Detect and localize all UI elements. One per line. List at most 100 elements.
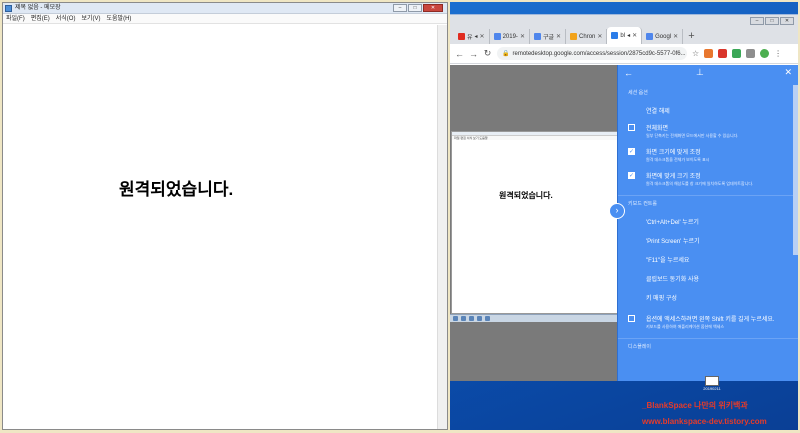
tab-label: 유 <box>467 35 473 41</box>
resize-fit-desc: 원격 데스크톱의 해상도를 창 크기에 일치하도록 업데이트합니다. <box>646 181 754 186</box>
chevron-right-icon[interactable]: › <box>609 203 625 219</box>
close-tab-icon[interactable]: ✕ <box>480 33 485 40</box>
ctrl-alt-del-item[interactable]: 'Ctrl+Alt+Del' 누르기 <box>618 217 798 226</box>
shift-desc: 키보드를 사용하여 애플리케이션 옵션에 액세스 <box>646 324 725 329</box>
chrome-window: 유 ◂ ✕ 2019- ✕ 구글 ✕ Chron ✕ bl ◂ ✕ Googl … <box>450 14 798 381</box>
notepad-title: 제목 없음 - 메모장 <box>15 5 61 11</box>
notepad-titlebar[interactable]: 제목 없음 - 메모장 – □ ✕ <box>3 3 447 14</box>
address-bar[interactable]: 🔒 remotedesktop.google.com/access/sessio… <box>497 47 687 60</box>
fullscreen-option[interactable]: 전체화면 일부 단축키는 전체화면 모드에서만 사용할 수 있습니다. <box>618 123 798 139</box>
key-mapping-item[interactable]: 키 매핑 구성 <box>618 293 798 302</box>
tab-google-search[interactable]: 구글 ✕ <box>530 29 567 44</box>
watermark-line1: _BlankSpace 나만의 위키백과 <box>642 401 748 410</box>
minimize-button[interactable]: – <box>393 4 407 12</box>
close-icon[interactable]: ✕ <box>784 67 792 78</box>
reload-icon[interactable]: ↻ <box>483 48 492 59</box>
tab-label: 구글 <box>542 35 555 41</box>
tab-remote-session[interactable]: bl ◂ ✕ <box>607 27 643 44</box>
shift-option[interactable]: 옵션에 액세스하려면 왼쪽 Shift 키를 길게 누르세요. 키보드를 사용하… <box>618 314 798 330</box>
minimize-button[interactable]: – <box>750 17 764 25</box>
close-button[interactable]: ✕ <box>423 4 443 12</box>
audio-icon: ◂ <box>627 33 631 39</box>
audio-icon: ◂ <box>474 34 478 40</box>
fullscreen-checkbox[interactable] <box>628 124 635 131</box>
disconnect-item[interactable]: 연결 해제 <box>618 106 798 115</box>
resize-fit-checkbox[interactable]: ✓ <box>628 172 635 179</box>
section-title-display: 디스플레이 <box>628 344 652 350</box>
tab-youtube[interactable]: 유 ◂ ✕ <box>454 29 490 44</box>
menu-edit[interactable]: 편집(E) <box>31 14 50 23</box>
tab-google[interactable]: Googl ✕ <box>642 29 684 44</box>
chrome-toolbar: ← → ↻ 🔒 remotedesktop.google.com/access/… <box>450 44 798 64</box>
back-icon[interactable]: ← <box>455 49 464 59</box>
shift-checkbox[interactable] <box>628 315 635 322</box>
desktop-icon-label: 20190211 <box>703 386 721 391</box>
menu-file[interactable]: 파일(F) <box>6 14 25 23</box>
resize-fit-option[interactable]: ✓ 화면에 맞게 크기 조정 원격 데스크톱의 해상도를 창 크기에 일치하도록… <box>618 171 798 187</box>
google-icon <box>646 33 654 40</box>
taskbar-app-icon <box>477 316 482 321</box>
tab-chrome-remote[interactable]: Chron ✕ <box>566 29 608 44</box>
resize-fit-label: 화면에 맞게 크기 조정 <box>646 174 701 180</box>
close-tab-icon[interactable]: ✕ <box>597 33 602 40</box>
extension-icon[interactable] <box>732 49 742 58</box>
fit-screen-option[interactable]: ✓ 화면 크기에 맞게 조정 원격 데스크톱을 전체가 보이도록 표시 <box>618 147 798 163</box>
tab-label: 2019- <box>502 33 518 40</box>
divider <box>618 195 798 196</box>
start-icon <box>453 316 458 321</box>
f11-item[interactable]: "F11"을 누르세요 <box>618 255 798 264</box>
session-options-panel: › ← ⊥ ✕ 세션 옵션 연결 해제 전체화면 일부 단축키는 전체화면 모드… <box>609 65 798 381</box>
pin-icon[interactable]: ⊥ <box>696 67 704 78</box>
star-icon[interactable]: ☆ <box>692 49 699 58</box>
remote-notepad-window: 파일 편집 서식 보기 도움말 원격되었습니다. <box>451 131 622 314</box>
profile-avatar[interactable] <box>760 49 770 58</box>
close-button[interactable]: ✕ <box>780 17 794 25</box>
desktop-background: 유 ◂ ✕ 2019- ✕ 구글 ✕ Chron ✕ bl ◂ ✕ Googl … <box>450 2 798 430</box>
print-screen-item[interactable]: 'Print Screen' 누르기 <box>618 236 798 245</box>
maximize-button[interactable]: □ <box>765 17 779 25</box>
notepad-menubar: 파일(F) 편집(E) 서식(O) 보기(V) 도움말(H) <box>3 14 447 24</box>
chrome-window-controls: – □ ✕ <box>750 17 794 25</box>
menu-icon[interactable]: ⋮ <box>774 49 782 58</box>
fullscreen-desc: 일부 단축키는 전체화면 모드에서만 사용할 수 있습니다. <box>646 133 739 138</box>
back-arrow-icon[interactable]: ← <box>624 68 633 78</box>
notepad-window-controls: – □ ✕ <box>393 4 443 12</box>
menu-help[interactable]: 도움말(H) <box>107 14 132 23</box>
close-tab-icon[interactable]: ✕ <box>632 32 637 39</box>
google-icon <box>533 33 541 40</box>
notepad-text-area[interactable]: 원격되었습니다. <box>3 25 437 429</box>
url-text: remotedesktop.google.com/access/session/… <box>512 50 686 57</box>
new-tab-button[interactable]: + <box>683 29 694 44</box>
extension-icon[interactable] <box>704 49 714 58</box>
fullscreen-label: 전체화면 <box>646 126 669 132</box>
remote-notepad-menubar: 파일 편집 서식 보기 도움말 <box>452 136 621 140</box>
taskbar-app-icon <box>469 316 474 321</box>
notepad-app-icon <box>5 5 12 12</box>
maximize-button[interactable]: □ <box>408 4 422 12</box>
close-tab-icon[interactable]: ✕ <box>673 33 678 40</box>
section-title-session: 세션 옵션 <box>628 90 648 96</box>
tab-label: Googl <box>655 33 672 40</box>
notepad-content: 원격되었습니다. <box>119 180 234 199</box>
shift-label: 옵션에 액세스하려면 왼쪽 Shift 키를 길게 누르세요. <box>646 317 775 323</box>
close-tab-icon[interactable]: ✕ <box>556 33 561 40</box>
desktop-file-icon[interactable]: 20190211 <box>700 376 724 391</box>
fit-screen-checkbox[interactable]: ✓ <box>628 148 635 155</box>
chrome-remote-icon <box>570 33 578 40</box>
notepad-window: 제목 없음 - 메모장 – □ ✕ 파일(F) 편집(E) 서식(O) 보기(V… <box>2 2 448 430</box>
remote-desktop-viewport[interactable]: 파일 편집 서식 보기 도움말 원격되었습니다. › ← ⊥ ✕ 세션 옵션 연… <box>450 65 798 381</box>
extension-icon[interactable] <box>718 49 728 58</box>
lock-icon: 🔒 <box>502 51 510 57</box>
clipboard-sync-item[interactable]: 클립보드 동기화 사용 <box>618 274 798 283</box>
panel-scrollbar[interactable] <box>793 85 798 255</box>
extension-icon[interactable] <box>746 49 756 58</box>
notepad-scrollbar[interactable] <box>437 25 447 429</box>
menu-view[interactable]: 보기(V) <box>81 14 100 23</box>
menu-format[interactable]: 서식(O) <box>56 14 76 23</box>
tab-calendar[interactable]: 2019- ✕ <box>490 29 530 44</box>
remote-notepad-content: 원격되었습니다. <box>499 191 553 200</box>
section-title-keyboard: 키보드 컨트롤 <box>628 201 657 207</box>
close-tab-icon[interactable]: ✕ <box>520 33 525 40</box>
fit-screen-desc: 원격 데스크톱을 전체가 보이도록 표시 <box>646 157 710 162</box>
forward-icon[interactable]: → <box>469 49 478 59</box>
